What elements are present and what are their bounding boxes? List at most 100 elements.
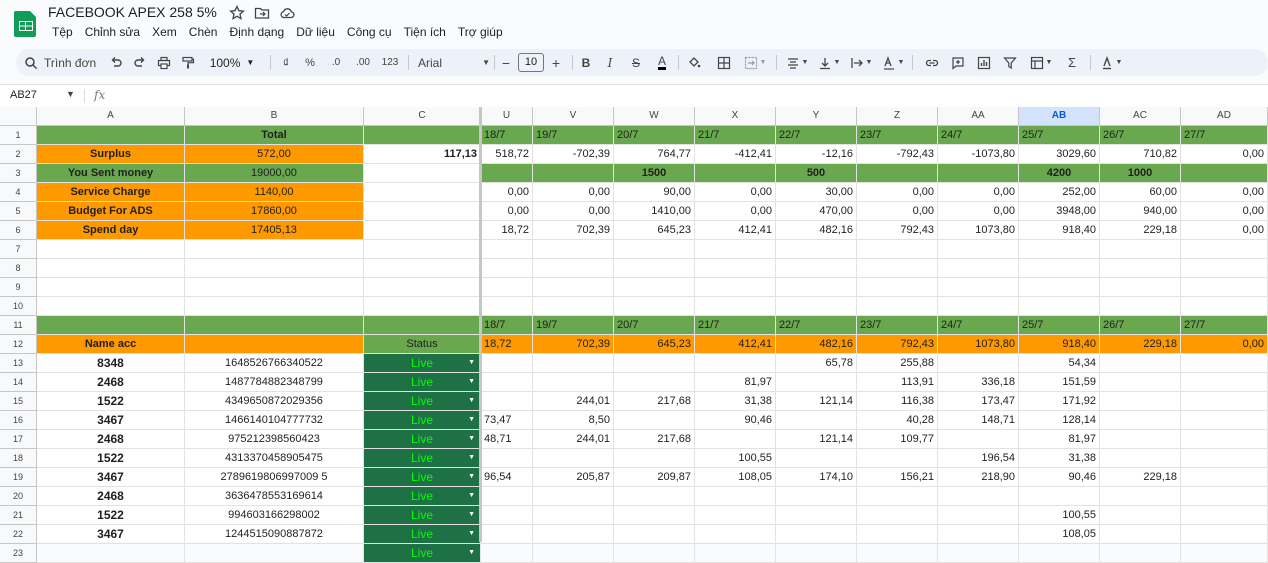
increase-decimal-button[interactable]: .00 [352, 49, 374, 76]
cell-u17[interactable]: 48,71 [481, 430, 533, 449]
menu-file[interactable]: Tệp [46, 24, 79, 42]
row-header-19[interactable]: 19 [0, 468, 37, 487]
cell-a4[interactable]: Service Charge [37, 183, 185, 202]
cell-c4[interactable] [364, 183, 481, 202]
cell-x16[interactable]: 90,46 [695, 411, 776, 430]
cell-ab7[interactable] [1019, 240, 1100, 259]
cell-a20[interactable]: 2468 [37, 487, 185, 506]
cell-ac18[interactable] [1100, 449, 1181, 468]
cell-b16[interactable]: 1466140104777732 [185, 411, 364, 430]
insert-chart-button[interactable] [974, 49, 994, 76]
cell-aa19[interactable]: 218,90 [938, 468, 1019, 487]
cell-b5[interactable]: 17860,00 [185, 202, 364, 221]
cell-ad18[interactable] [1181, 449, 1268, 468]
cell-a2[interactable]: Surplus [37, 145, 185, 164]
cell-aa4[interactable]: 0,00 [938, 183, 1019, 202]
bold-button[interactable]: B [578, 49, 594, 76]
cell-a23[interactable] [37, 544, 185, 563]
cell-x4[interactable]: 0,00 [695, 183, 776, 202]
cell-ab22[interactable]: 108,05 [1019, 525, 1100, 544]
cell-c17[interactable]: Live ▼ [364, 430, 481, 449]
column-header-c[interactable]: C [364, 107, 481, 126]
cell-ac23[interactable] [1100, 544, 1181, 563]
cell-ab18[interactable]: 31,38 [1019, 449, 1100, 468]
menu-view[interactable]: Xem [146, 24, 183, 42]
cell-y10[interactable] [776, 297, 857, 316]
cell-a22[interactable]: 3467 [37, 525, 185, 544]
cell-u19[interactable]: 96,54 [481, 468, 533, 487]
cell-ad23[interactable] [1181, 544, 1268, 563]
cell-a15[interactable]: 1522 [37, 392, 185, 411]
cell-z19[interactable]: 156,21 [857, 468, 938, 487]
cell-ad21[interactable] [1181, 506, 1268, 525]
cell-y9[interactable] [776, 278, 857, 297]
cell-b19[interactable]: 2789619806997009 5 [185, 468, 364, 487]
cell-ab14[interactable]: 151,59 [1019, 373, 1100, 392]
cell-c9[interactable] [364, 278, 481, 297]
cell-ac21[interactable] [1100, 506, 1181, 525]
cell-w11[interactable]: 20/7 [614, 316, 695, 335]
cell-y18[interactable] [776, 449, 857, 468]
cell-ad2[interactable]: 0,00 [1181, 145, 1268, 164]
cell-w7[interactable] [614, 240, 695, 259]
cell-ad22[interactable] [1181, 525, 1268, 544]
cell-a18[interactable]: 1522 [37, 449, 185, 468]
column-header-ab[interactable]: AB [1019, 107, 1100, 126]
cell-ab11[interactable]: 25/7 [1019, 316, 1100, 335]
cell-v8[interactable] [533, 259, 614, 278]
cell-b1[interactable]: Total [185, 126, 364, 145]
cell-u11[interactable]: 18/7 [481, 316, 533, 335]
cell-b14[interactable]: 1487784882348799 [185, 373, 364, 392]
cell-aa2[interactable]: -1073,80 [938, 145, 1019, 164]
cell-w14[interactable] [614, 373, 695, 392]
cell-z6[interactable]: 792,43 [857, 221, 938, 240]
cell-w19[interactable]: 209,87 [614, 468, 695, 487]
cell-aa8[interactable] [938, 259, 1019, 278]
cell-a16[interactable]: 3467 [37, 411, 185, 430]
cell-w18[interactable] [614, 449, 695, 468]
cell-b21[interactable]: 994603166298002 [185, 506, 364, 525]
cell-u23[interactable] [481, 544, 533, 563]
cell-w17[interactable]: 217,68 [614, 430, 695, 449]
menu-data[interactable]: Dữ liệu [290, 24, 341, 42]
cell-aa18[interactable]: 196,54 [938, 449, 1019, 468]
cell-z16[interactable]: 40,28 [857, 411, 938, 430]
cell-z23[interactable] [857, 544, 938, 563]
cell-x21[interactable] [695, 506, 776, 525]
cell-u21[interactable] [481, 506, 533, 525]
fill-color-button[interactable] [684, 49, 704, 76]
cell-y17[interactable]: 121,14 [776, 430, 857, 449]
cell-z22[interactable] [857, 525, 938, 544]
cell-v11[interactable]: 19/7 [533, 316, 614, 335]
cell-u16[interactable]: 73,47 [481, 411, 533, 430]
cell-c8[interactable] [364, 259, 481, 278]
cell-u3[interactable] [481, 164, 533, 183]
cell-a7[interactable] [37, 240, 185, 259]
cell-c1[interactable] [364, 126, 481, 145]
row-header-13[interactable]: 13 [0, 354, 37, 373]
cell-v20[interactable] [533, 487, 614, 506]
cell-aa23[interactable] [938, 544, 1019, 563]
cell-x5[interactable]: 0,00 [695, 202, 776, 221]
cell-ad17[interactable] [1181, 430, 1268, 449]
cell-c20[interactable]: Live ▼ [364, 487, 481, 506]
cell-b8[interactable] [185, 259, 364, 278]
percent-format-button[interactable]: % [302, 49, 318, 76]
cell-x13[interactable] [695, 354, 776, 373]
cell-x6[interactable]: 412,41 [695, 221, 776, 240]
cell-b15[interactable]: 4349650872029356 [185, 392, 364, 411]
cell-u6[interactable]: 18,72 [481, 221, 533, 240]
menu-edit[interactable]: Chỉnh sửa [79, 24, 146, 42]
status-dropdown-icon[interactable]: ▼ [468, 430, 475, 448]
cell-a14[interactable]: 2468 [37, 373, 185, 392]
functions-button[interactable]: Σ [1062, 49, 1082, 76]
row-header-14[interactable]: 14 [0, 373, 37, 392]
cell-z9[interactable] [857, 278, 938, 297]
cell-aa10[interactable] [938, 297, 1019, 316]
text-color-button[interactable]: A [654, 49, 670, 76]
cell-aa9[interactable] [938, 278, 1019, 297]
cell-x23[interactable] [695, 544, 776, 563]
status-dropdown-icon[interactable]: ▼ [468, 468, 475, 486]
cell-a5[interactable]: Budget For ADS [37, 202, 185, 221]
cell-a3[interactable]: You Sent money [37, 164, 185, 183]
